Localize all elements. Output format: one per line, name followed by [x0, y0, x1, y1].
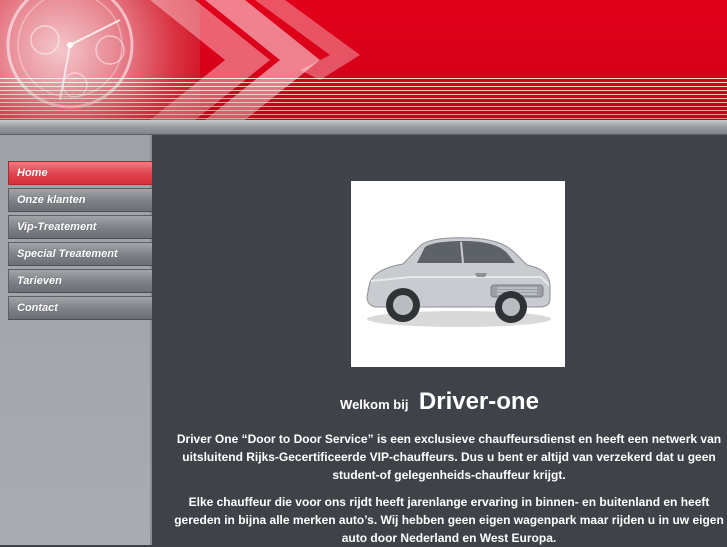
nav-item-label: Contact [17, 302, 58, 314]
nav-item-contact[interactable]: Contact [8, 296, 161, 320]
nav-item-label: Tarieven [17, 275, 62, 287]
nav-item-tarieven[interactable]: Tarieven [8, 269, 161, 293]
nav-item-vip-treatement[interactable]: Vip-Treatement [8, 215, 161, 239]
intro-paragraph: Driver One “Door to Door Service” is een… [176, 432, 722, 482]
main-navigation: Home Onze klanten Vip-Treatement Special… [8, 161, 161, 323]
car-image [351, 181, 565, 367]
header-divider [0, 120, 727, 135]
nav-item-label: Vip-Treatement [17, 221, 97, 233]
nav-item-home[interactable]: Home [8, 161, 161, 185]
car-illustration [366, 237, 551, 327]
nav-item-onze-klanten[interactable]: Onze klanten [8, 188, 161, 212]
nav-item-special-treatement[interactable]: Special Treatement [8, 242, 161, 266]
nav-item-label: Onze klanten [17, 194, 86, 206]
welcome-prefix: Welkom bij [340, 397, 409, 412]
main-content: Welkom bij Driver-one Driver One “Door t… [152, 135, 727, 545]
welcome-heading: Welkom bij Driver-one [152, 388, 727, 416]
experience-paragraph: Elke chauffeur die voor ons rijdt heeft … [174, 495, 724, 545]
header-stripes-shade [0, 78, 727, 120]
nav-item-label: Special Treatement [17, 248, 118, 260]
sidebar: Home Onze klanten Vip-Treatement Special… [0, 135, 161, 545]
brand-name: Driver-one [418, 388, 539, 415]
nav-item-label: Home [17, 167, 48, 179]
header-banner [0, 0, 727, 120]
